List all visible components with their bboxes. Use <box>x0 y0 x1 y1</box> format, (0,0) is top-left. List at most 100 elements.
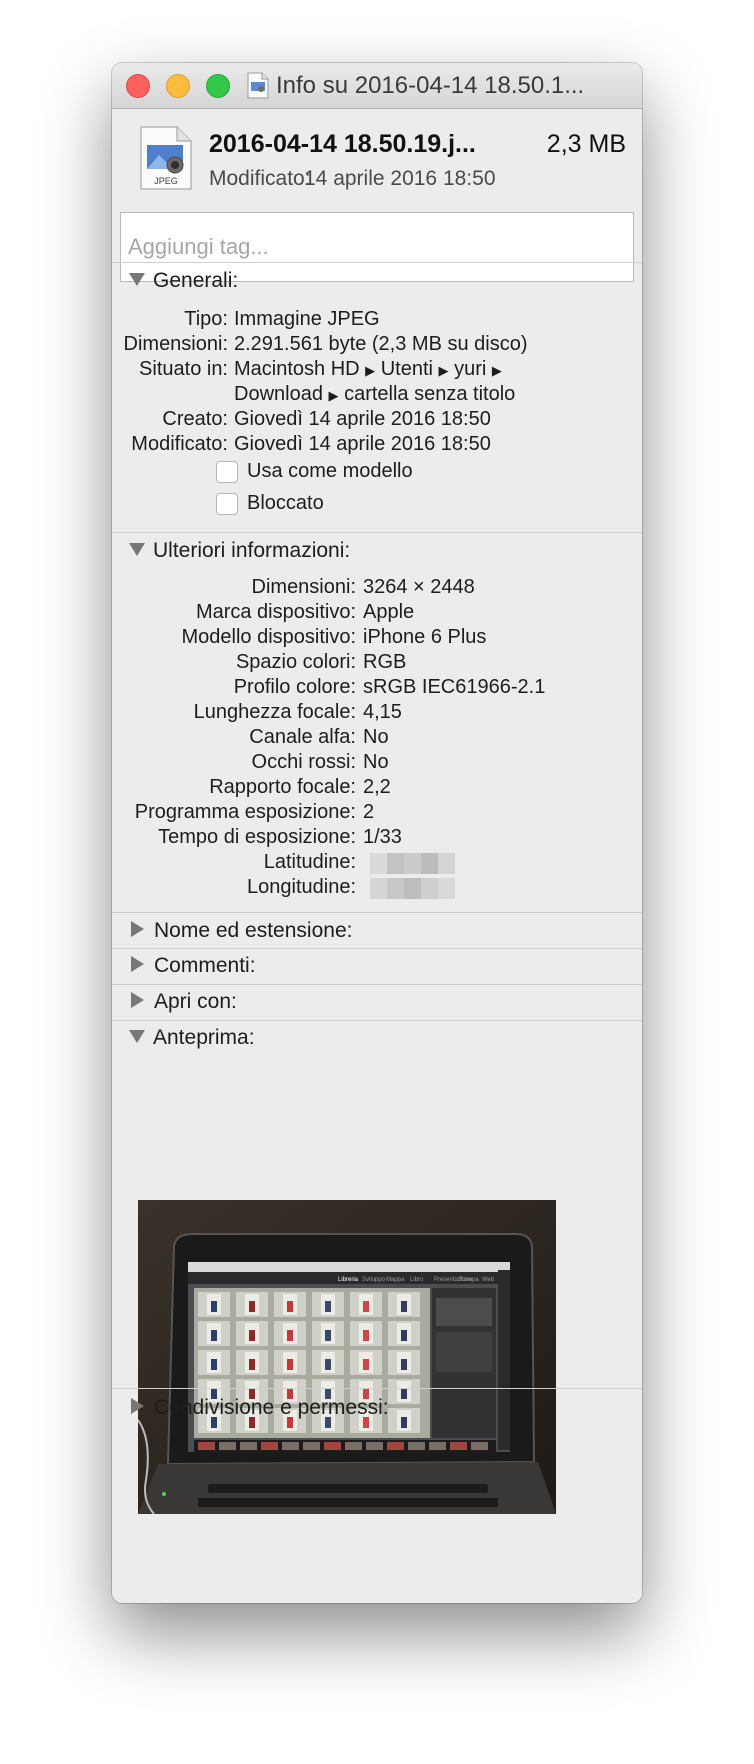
general-row-type: Tipo: Immagine JPEG <box>184 308 380 330</box>
divider <box>112 984 642 985</box>
preview-app-tabs: Libreria Sviluppo Mappa Libro PresentazioneS… <box>338 1277 495 1283</box>
divider <box>112 912 642 913</box>
general-row-modified: Modificato: Giovedì 14 aprile 2016 18:50 <box>131 433 491 455</box>
preview-thumbnail-figure <box>249 1330 255 1341</box>
preview-thumbnail-figure <box>211 1359 217 1370</box>
more-info-label: Marca dispositivo: <box>195 601 356 623</box>
preview-film-frame <box>240 1442 257 1450</box>
more-info-value: RGB <box>363 651 407 673</box>
more-info-value: 2,2 <box>363 776 391 798</box>
path-arrow-icon: ▶ <box>328 388 339 403</box>
divider <box>112 1388 642 1389</box>
general-row-size: Dimensioni: 2.291.561 byte (2,3 MB su di… <box>123 333 528 355</box>
preview-photo-laptop: Libreria Sviluppo Mappa Libro PresentazioneS… <box>138 1200 556 1514</box>
preview-app-tab: Sviluppo <box>362 1277 386 1283</box>
redacted-value <box>370 878 455 899</box>
more-info-value: iPhone 6 Plus <box>363 626 487 648</box>
preview-film-frame <box>282 1442 299 1450</box>
preview-film-frame <box>429 1442 446 1450</box>
more-info-label: Latitudine: <box>263 851 356 873</box>
more-info-row: Spazio colori: RGB <box>112 651 642 676</box>
disclosure-right-icon <box>131 956 144 973</box>
preview-thumbnail-figure <box>325 1359 331 1370</box>
preview-app-tab: Libro <box>410 1277 424 1283</box>
more-info-label: Modello dispositivo: <box>181 626 356 648</box>
disclosure-down-icon <box>129 272 145 286</box>
path-arrow-icon: ▶ <box>491 363 502 378</box>
location-path-line1: Macintosh HD ▶ Utenti ▶ yuri ▶ <box>234 358 502 380</box>
preview-thumbnail-figure <box>401 1388 407 1399</box>
locked-checkbox[interactable] <box>216 493 238 515</box>
preview-thumbnail-figure <box>325 1330 331 1341</box>
redacted-value <box>370 853 455 874</box>
path-arrow-icon: ▶ <box>438 363 449 378</box>
section-more-info-toggle[interactable]: Ulteriori informazioni: <box>129 539 350 569</box>
preview-thumbnail-figure <box>249 1301 255 1312</box>
preview-app-tab: Libreria <box>338 1277 359 1283</box>
more-info-label: Canale alfa: <box>249 726 356 748</box>
close-button[interactable] <box>126 74 150 98</box>
preview-thumbnail-figure <box>401 1359 407 1370</box>
preview-thumbnail-figure <box>325 1301 331 1312</box>
section-preview-toggle[interactable]: Anteprima: <box>129 1026 255 1056</box>
section-open-with-toggle[interactable]: Apri con: <box>129 990 237 1020</box>
info-window: Info su 2016-04-14 18.50.1... JPEG 2016-… <box>112 63 642 1603</box>
divider <box>112 948 642 949</box>
preview-thumbnail-figure <box>211 1330 217 1341</box>
preview-film-frame <box>219 1442 236 1450</box>
divider <box>112 1020 642 1021</box>
section-sharing-toggle[interactable]: Condivisione e permessi: <box>129 1396 389 1426</box>
more-info-row: Dimensioni: 3264 × 2448 <box>112 576 642 601</box>
preview-app-tab: Web <box>482 1277 495 1283</box>
jpeg-file-icon: JPEG <box>140 126 192 190</box>
disclosure-right-icon <box>131 921 144 938</box>
section-general-toggle[interactable]: Generali: <box>129 269 238 299</box>
more-info-value: No <box>363 726 389 748</box>
disclosure-down-icon <box>129 1029 145 1043</box>
preview-film-frame <box>387 1442 404 1450</box>
preview-film-frame <box>198 1442 215 1450</box>
preview-thumbnail-figure <box>287 1330 293 1341</box>
more-info-label: Dimensioni: <box>251 576 356 598</box>
stationery-pad-checkbox[interactable] <box>216 461 238 483</box>
more-info-value: 3264 × 2448 <box>363 576 475 598</box>
more-info-label: Tempo di esposizione: <box>158 826 356 848</box>
section-comments-toggle[interactable]: Commenti: <box>129 954 256 984</box>
path-arrow-icon: ▶ <box>365 363 376 378</box>
more-info-label: Rapporto focale: <box>209 776 356 798</box>
preview-thumbnail-figure <box>211 1301 217 1312</box>
more-info-value: 1/33 <box>363 826 402 848</box>
more-info-row: Tempo di esposizione: 1/33 <box>112 826 642 851</box>
more-info-row: Profilo colore: sRGB IEC61966-2.1 <box>112 676 642 701</box>
preview-film-frame <box>303 1442 320 1450</box>
preview-thumbnail-figure <box>363 1301 369 1312</box>
zoom-button[interactable] <box>206 74 230 98</box>
title-bar[interactable]: Info su 2016-04-14 18.50.1... <box>112 63 642 109</box>
more-info-value: No <box>363 751 389 773</box>
more-info-label: Occhi rossi: <box>251 751 356 773</box>
preview-film-frame <box>345 1442 362 1450</box>
more-info-label: Programma esposizione: <box>134 801 356 823</box>
more-info-value: sRGB IEC61966-2.1 <box>363 676 546 698</box>
more-info-row: Lunghezza focale: 4,15 <box>112 701 642 726</box>
preview-thumbnail-figure <box>363 1359 369 1370</box>
section-name-extension-toggle[interactable]: Nome ed estensione: <box>129 919 352 949</box>
more-info-label: Spazio colori: <box>235 651 356 673</box>
more-info-row: Marca dispositivo: Apple <box>112 601 642 626</box>
more-info-value: Apple <box>363 601 415 623</box>
more-info-row: Programma esposizione: 2 <box>112 801 642 826</box>
preview-thumbnail-figure <box>401 1330 407 1341</box>
stationery-pad-row: Usa come modello <box>112 460 642 490</box>
more-info-value: 2 <box>363 801 375 823</box>
more-info-row: Rapporto focale: 2,2 <box>112 776 642 801</box>
preview-film-frame <box>408 1442 425 1450</box>
general-row-created: Creato: Giovedì 14 aprile 2016 18:50 <box>162 408 491 430</box>
minimize-button[interactable] <box>166 74 190 98</box>
disclosure-right-icon <box>131 992 144 1009</box>
preview-app-tab: Stampa <box>458 1277 479 1283</box>
more-info-row: Canale alfa: No <box>112 726 642 751</box>
preview-app-tab: Mappa <box>386 1277 405 1283</box>
preview-thumbnail-figure <box>401 1417 407 1428</box>
file-size: 2,3 MB <box>546 130 626 158</box>
window-title: Info su 2016-04-14 18.50.1... <box>276 72 585 99</box>
